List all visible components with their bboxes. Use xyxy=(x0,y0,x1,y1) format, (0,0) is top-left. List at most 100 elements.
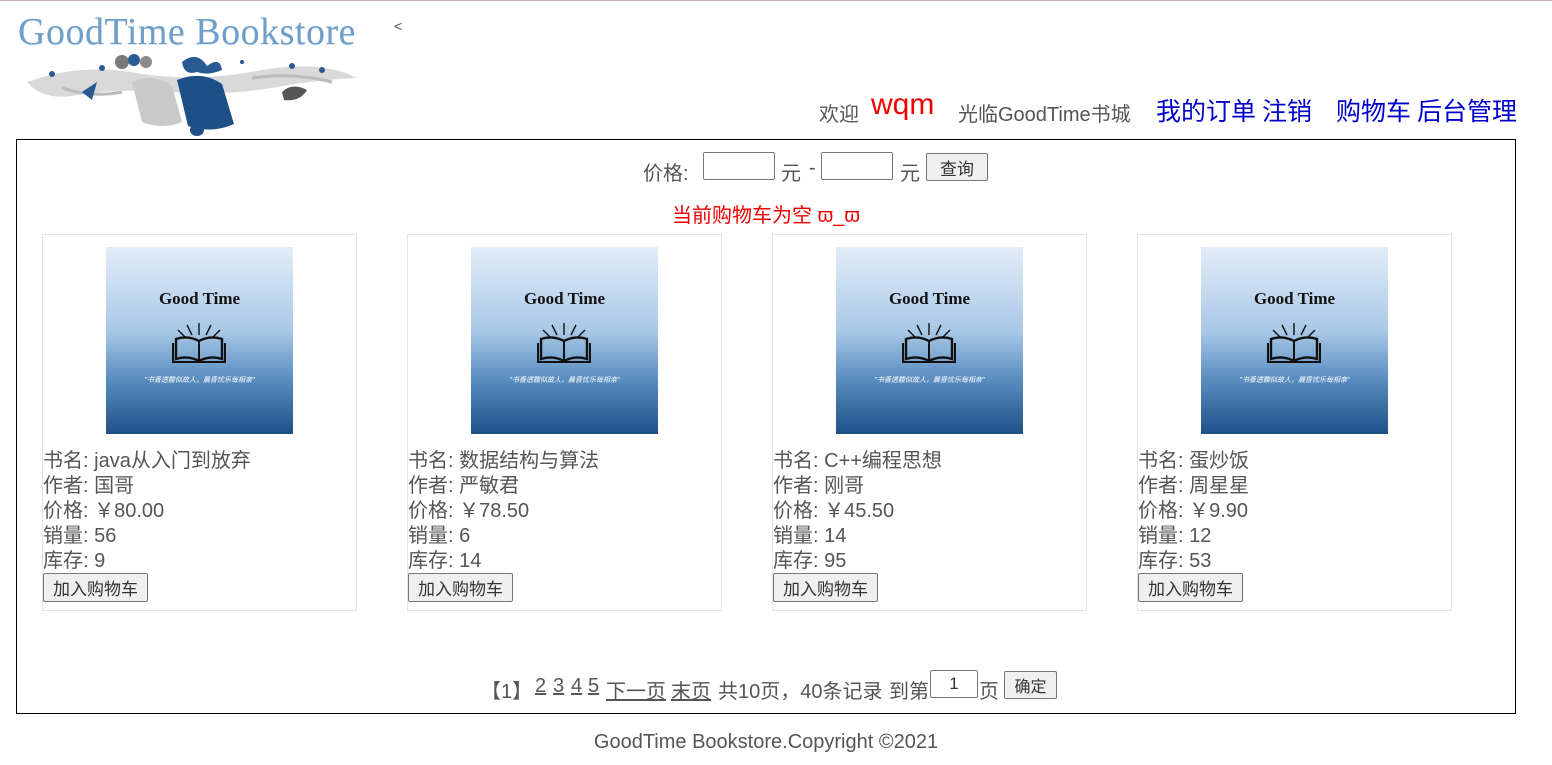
open-book-icon xyxy=(1267,323,1321,363)
admin-link[interactable]: 后台管理 xyxy=(1417,92,1517,128)
cover-title: Good Time xyxy=(888,289,971,308)
book-info: 书名: java从入门到放弃 作者: 国哥 价格: ￥80.00 销量: 56 … xyxy=(43,449,251,574)
book-sales: 56 xyxy=(94,525,117,547)
unit-label-max: 元 xyxy=(900,163,920,185)
author-label: 作者: xyxy=(773,475,819,497)
book-info: 书名: 数据结构与算法 作者: 严敏君 价格: ￥78.50 销量: 6 库存:… xyxy=(408,449,599,574)
name-label: 书名: xyxy=(408,450,454,472)
book-price: ￥80.00 xyxy=(94,500,165,522)
sales-label: 销量: xyxy=(1138,525,1184,547)
book-price: ￥78.50 xyxy=(459,500,530,522)
current-page: 【1】 xyxy=(481,681,533,703)
sales-label: 销量: xyxy=(773,525,819,547)
goto-confirm-button[interactable]: 确定 xyxy=(1004,671,1057,699)
book-cover-image: Good Time "书香透馥似故人，晨昏忧乐每相亲" xyxy=(471,247,658,434)
logo-title: GoodTime Bookstore xyxy=(18,11,357,53)
welcome-suffix: 光临GoodTime书城 xyxy=(958,104,1131,126)
author-label: 作者: xyxy=(1138,475,1184,497)
price-filter: 价格: 元 - 元 查询 xyxy=(17,152,1515,185)
price-label: 价格: xyxy=(773,500,819,522)
cover-slogan: "书香透馥似故人，晨昏忧乐每相亲" xyxy=(144,377,255,384)
footer-copyright: GoodTime Bookstore.Copyright ©2021 xyxy=(593,731,939,753)
page-link-3[interactable]: 3 xyxy=(553,675,564,698)
name-label: 书名: xyxy=(1138,450,1184,472)
book-sales: 6 xyxy=(459,525,471,547)
book-author: 刚哥 xyxy=(824,475,865,497)
price-label: 价格: xyxy=(643,163,689,185)
book-stock: 53 xyxy=(1189,550,1212,572)
goto-label: 到第 xyxy=(889,681,929,703)
main-content: 价格: 元 - 元 查询 当前购物车为空 ϖ_ϖ Good Time "书香透馥… xyxy=(16,139,1516,714)
book-info: 书名: C++编程思想 作者: 刚哥 价格: ￥45.50 销量: 14 库存:… xyxy=(773,449,942,574)
book-card: Good Time "书香透馥似故人，晨昏忧乐每相亲" 书名: 数据结构与算法 … xyxy=(407,234,722,611)
open-book-icon xyxy=(172,323,226,363)
book-sales: 12 xyxy=(1189,525,1212,547)
author-label: 作者: xyxy=(43,475,89,497)
book-stock: 95 xyxy=(824,550,847,572)
book-cover-image: Good Time "书香透馥似故人，晨昏忧乐每相亲" xyxy=(106,247,293,434)
cover-title: Good Time xyxy=(158,289,241,308)
book-card: Good Time "书香透馥似故人，晨昏忧乐每相亲" 书名: java从入门到… xyxy=(42,234,357,611)
top-border xyxy=(0,0,1552,1)
price-label: 价格: xyxy=(43,500,89,522)
book-stock: 9 xyxy=(94,550,106,572)
cart-link[interactable]: 购物车 xyxy=(1336,92,1411,128)
sales-label: 销量: xyxy=(408,525,454,547)
stock-label: 库存: xyxy=(43,550,89,572)
book-cover-image: Good Time "书香透馥似故人，晨昏忧乐每相亲" xyxy=(1201,247,1388,434)
next-page-link[interactable]: 下一页 xyxy=(606,675,666,704)
book-price: ￥9.90 xyxy=(1189,500,1249,522)
cover-slogan: "书香透馥似故人，晨昏忧乐每相亲" xyxy=(1239,377,1350,384)
book-author: 周星星 xyxy=(1189,475,1250,497)
price-label: 价格: xyxy=(1138,500,1184,522)
book-author: 国哥 xyxy=(94,475,135,497)
stock-label: 库存: xyxy=(773,550,819,572)
book-author: 严敏君 xyxy=(459,475,520,497)
add-to-cart-button[interactable]: 加入购物车 xyxy=(1138,573,1243,602)
cart-status-message: 当前购物车为空 ϖ_ϖ xyxy=(672,205,860,227)
open-book-icon xyxy=(537,323,591,363)
stock-label: 库存: xyxy=(408,550,454,572)
price-label: 价格: xyxy=(408,500,454,522)
welcome-text: 欢迎 xyxy=(819,104,859,126)
goto-page-input[interactable] xyxy=(930,670,978,698)
page-link-2[interactable]: 2 xyxy=(535,675,546,698)
book-sales: 14 xyxy=(824,525,847,547)
page-summary: 共10页，40条记录 xyxy=(718,681,883,703)
name-label: 书名: xyxy=(43,450,89,472)
welcome-bar: 欢迎 wqm 光临GoodTime书城 我的订单 注销 购物车 后台管理 xyxy=(0,88,1552,128)
page-link-4[interactable]: 4 xyxy=(571,675,582,698)
cover-slogan: "书香透馥似故人，晨昏忧乐每相亲" xyxy=(509,377,620,384)
last-page-link[interactable]: 末页 xyxy=(671,675,711,704)
book-card: Good Time "书香透馥似故人，晨昏忧乐每相亲" 书名: C++编程思想 … xyxy=(772,234,1087,611)
open-book-icon xyxy=(902,323,956,363)
book-name: 数据结构与算法 xyxy=(459,450,600,472)
author-label: 作者: xyxy=(408,475,454,497)
add-to-cart-button[interactable]: 加入购物车 xyxy=(773,573,878,602)
page-link-5[interactable]: 5 xyxy=(588,675,599,698)
book-name: 蛋炒饭 xyxy=(1189,450,1250,472)
goto-suffix: 页 xyxy=(979,681,999,703)
query-button[interactable]: 查询 xyxy=(926,153,988,181)
name-label: 书名: xyxy=(773,450,819,472)
logo-caret: < xyxy=(394,18,403,34)
cover-title: Good Time xyxy=(1253,289,1336,308)
book-info: 书名: 蛋炒饭 作者: 周星星 价格: ￥9.90 销量: 12 库存: 53 xyxy=(1138,449,1249,574)
cover-slogan: "书香透馥似故人，晨昏忧乐每相亲" xyxy=(874,377,985,384)
add-to-cart-button[interactable]: 加入购物车 xyxy=(408,573,513,602)
book-cover-image: Good Time "书香透馥似故人，晨昏忧乐每相亲" xyxy=(836,247,1023,434)
min-price-input[interactable] xyxy=(703,152,775,180)
logout-link[interactable]: 注销 xyxy=(1262,92,1312,128)
book-stock: 14 xyxy=(459,550,482,572)
book-name: C++编程思想 xyxy=(824,450,942,472)
max-price-input[interactable] xyxy=(821,152,893,180)
pagination: 【1】 2 3 4 5 下一页 末页 共10页，40条记录 到第 页 确定 xyxy=(17,670,1515,704)
range-dash: - xyxy=(809,157,816,179)
stock-label: 库存: xyxy=(1138,550,1184,572)
unit-label-min: 元 xyxy=(781,163,801,185)
add-to-cart-button[interactable]: 加入购物车 xyxy=(43,573,148,602)
sales-label: 销量: xyxy=(43,525,89,547)
my-orders-link[interactable]: 我的订单 xyxy=(1156,92,1256,128)
cover-title: Good Time xyxy=(523,289,606,308)
book-name: java从入门到放弃 xyxy=(94,450,251,472)
